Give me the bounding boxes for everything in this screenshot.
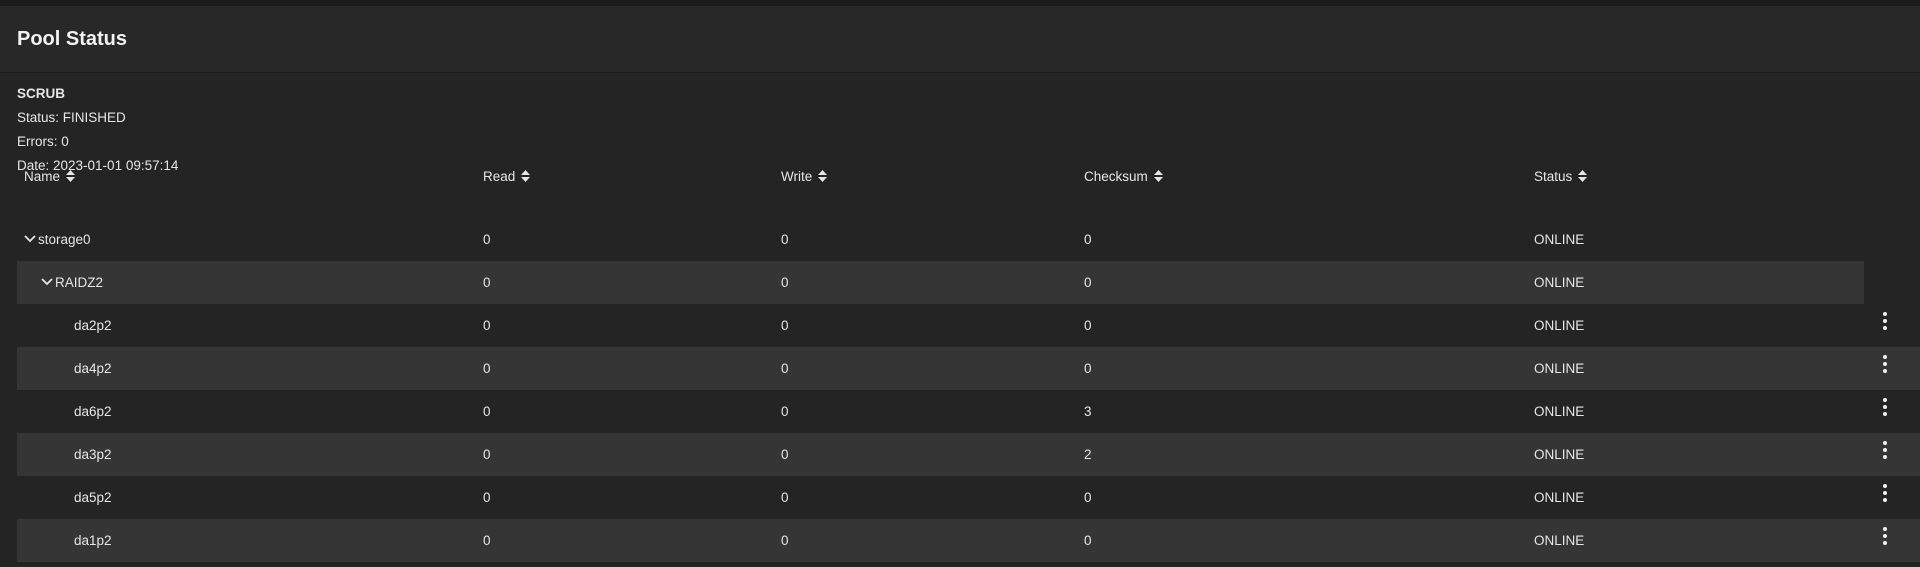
card-header: Pool Status [0,6,1920,73]
status-cell: ONLINE [1534,447,1585,462]
row-name: da5p2 [74,490,112,505]
checksum-cell: 0 [1084,318,1092,333]
scrub-status: Status: FINISHED [17,110,126,125]
column-header-checksum-label: Checksum [1084,169,1148,184]
name-cell: RAIDZ2 [24,261,103,304]
more-vert-icon[interactable] [1873,524,1897,548]
sort-icon [818,170,828,183]
row-name: da6p2 [74,404,112,419]
status-cell: ONLINE [1534,533,1585,548]
sort-icon [1578,170,1588,183]
status-cell: ONLINE [1534,404,1585,419]
checksum-cell: 0 [1084,361,1092,376]
write-cell: 0 [781,275,789,290]
status-cell: ONLINE [1534,232,1585,247]
read-cell: 0 [483,361,491,376]
sort-icon [1153,170,1163,183]
pool-status-table: Name Read Write Checksum Status storage0… [17,169,1920,562]
row-name: da1p2 [74,533,112,548]
write-cell: 0 [781,318,789,333]
table-row-disk[interactable]: da4p2 0 0 0 ONLINE [17,347,1920,390]
chevron-down-icon[interactable] [41,278,53,286]
scrub-errors: Errors: 0 [17,134,69,149]
write-cell: 0 [781,490,789,505]
name-cell: storage0 [24,218,91,261]
table-row-disk[interactable]: da1p2 0 0 0 ONLINE [17,519,1920,562]
row-name: da3p2 [74,447,112,462]
read-cell: 0 [483,447,491,462]
scrub-title: SCRUB [17,86,66,101]
row-name: storage0 [38,232,91,247]
write-cell: 0 [781,533,789,548]
checksum-cell: 0 [1084,232,1092,247]
checksum-cell: 2 [1084,447,1092,462]
checksum-cell: 0 [1084,533,1092,548]
page-title: Pool Status [17,28,128,50]
read-cell: 0 [483,232,491,247]
table-row-vdev[interactable]: RAIDZ2 0 0 0 ONLINE [17,261,1920,304]
read-cell: 0 [483,275,491,290]
more-vert-icon[interactable] [1873,395,1897,419]
column-header-name-label: Name [24,169,61,184]
column-header-status[interactable]: Status [1534,155,1588,198]
table-row-disk[interactable]: da6p2 0 0 3 ONLINE [17,390,1920,433]
checksum-cell: 0 [1084,275,1092,290]
table-row-disk[interactable]: da3p2 0 0 2 ONLINE [17,433,1920,476]
table-row-pool[interactable]: storage0 0 0 0 ONLINE [17,218,1920,261]
column-header-read[interactable]: Read [483,155,531,198]
table-row-disk[interactable]: da2p2 0 0 0 ONLINE [17,304,1920,347]
sort-icon [521,170,531,183]
column-header-status-label: Status [1534,169,1573,184]
write-cell: 0 [781,361,789,376]
write-cell: 0 [781,232,789,247]
status-cell: ONLINE [1534,318,1585,333]
status-cell: ONLINE [1534,275,1585,290]
column-header-write-label: Write [781,169,813,184]
read-cell: 0 [483,490,491,505]
checksum-cell: 0 [1084,490,1092,505]
chevron-down-icon[interactable] [24,235,36,243]
more-vert-icon[interactable] [1873,352,1897,376]
status-cell: ONLINE [1534,490,1585,505]
row-name: da2p2 [74,318,112,333]
status-cell: ONLINE [1534,361,1585,376]
column-header-name[interactable]: Name [24,155,76,198]
row-name: da4p2 [74,361,112,376]
column-header-read-label: Read [483,169,516,184]
more-vert-icon[interactable] [1873,309,1897,333]
checksum-cell: 3 [1084,404,1092,419]
read-cell: 0 [483,318,491,333]
write-cell: 0 [781,404,789,419]
sort-icon [66,170,76,183]
read-cell: 0 [483,533,491,548]
table-row-disk[interactable]: da5p2 0 0 0 ONLINE [17,476,1920,519]
row-name: RAIDZ2 [55,275,104,290]
column-header-checksum[interactable]: Checksum [1084,155,1163,198]
column-header-write[interactable]: Write [781,155,828,198]
table-header: Name Read Write Checksum Status [17,155,1920,198]
more-vert-icon[interactable] [1873,438,1897,462]
more-vert-icon[interactable] [1873,481,1897,505]
read-cell: 0 [483,404,491,419]
write-cell: 0 [781,447,789,462]
